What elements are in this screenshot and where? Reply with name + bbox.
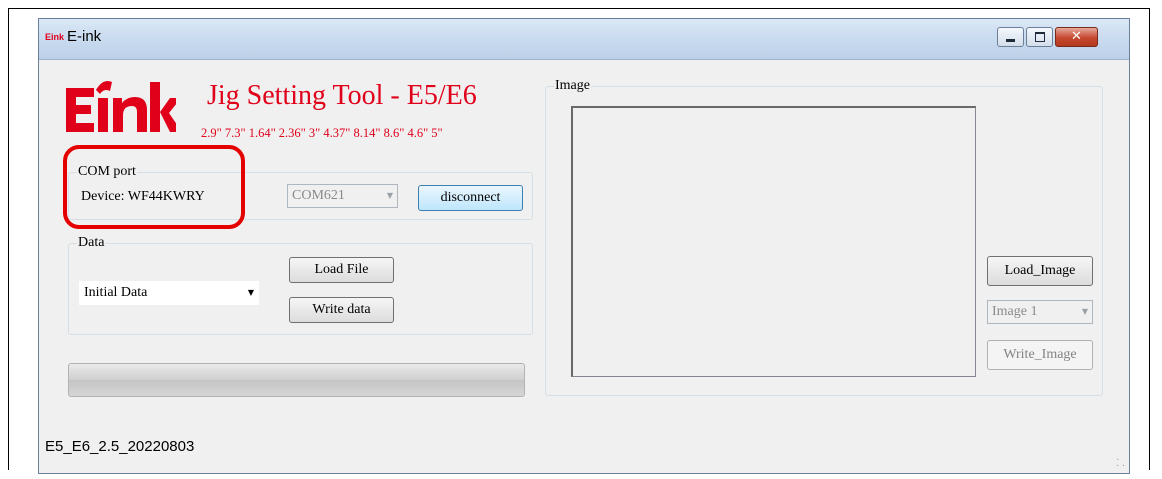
data-select-value: Initial Data [84,285,148,300]
eink-logo [66,81,176,132]
data-select[interactable]: Initial Data ▼ [79,281,259,305]
close-icon: ✕ [1071,29,1082,44]
image-preview [571,106,976,377]
chevron-down-icon: ▼ [1081,307,1088,316]
app-icon-text: Eink [45,32,65,42]
image-select[interactable]: Image 1 ▼ [987,300,1093,324]
chevron-down-icon: ▼ [386,191,393,200]
version-label: E5_E6_2.5_20220803 [45,438,195,455]
chevron-down-icon: ▼ [247,288,254,297]
annotation-highlight [63,145,245,229]
image-legend: Image [554,78,591,94]
com-port-value: COM621 [292,188,345,203]
app-title: Jig Setting Tool - E5/E6 [207,80,477,111]
close-button[interactable]: ✕ [1055,27,1098,47]
maximize-icon [1035,32,1045,42]
data-legend: Data [77,235,106,251]
minimize-button[interactable] [997,27,1024,47]
minimize-icon [1006,39,1015,42]
title-bar[interactable]: Eink E-ink ✕ [39,19,1129,60]
window-title: E-ink [67,28,102,45]
image-select-value: Image 1 [992,304,1038,319]
load-file-button[interactable]: Load File [289,257,394,283]
progress-bar [68,363,525,397]
supported-sizes: 2.9" 7.3" 1.64" 2.36" 3" 4.37" 8.14" 8.6… [201,126,443,140]
resize-grip-icon[interactable]: .. . [1116,454,1125,469]
write-image-button[interactable]: Write_Image [987,340,1093,370]
com-port-select[interactable]: COM621 ▼ [287,184,398,208]
app-icon: Eink [45,32,64,42]
app-window: Eink E-ink ✕ Jig Setting Tool - E5/E6 2.… [38,18,1130,474]
disconnect-button[interactable]: disconnect [418,185,523,211]
write-data-button[interactable]: Write data [289,297,394,323]
maximize-button[interactable] [1026,27,1053,47]
load-image-button[interactable]: Load_Image [987,256,1093,286]
